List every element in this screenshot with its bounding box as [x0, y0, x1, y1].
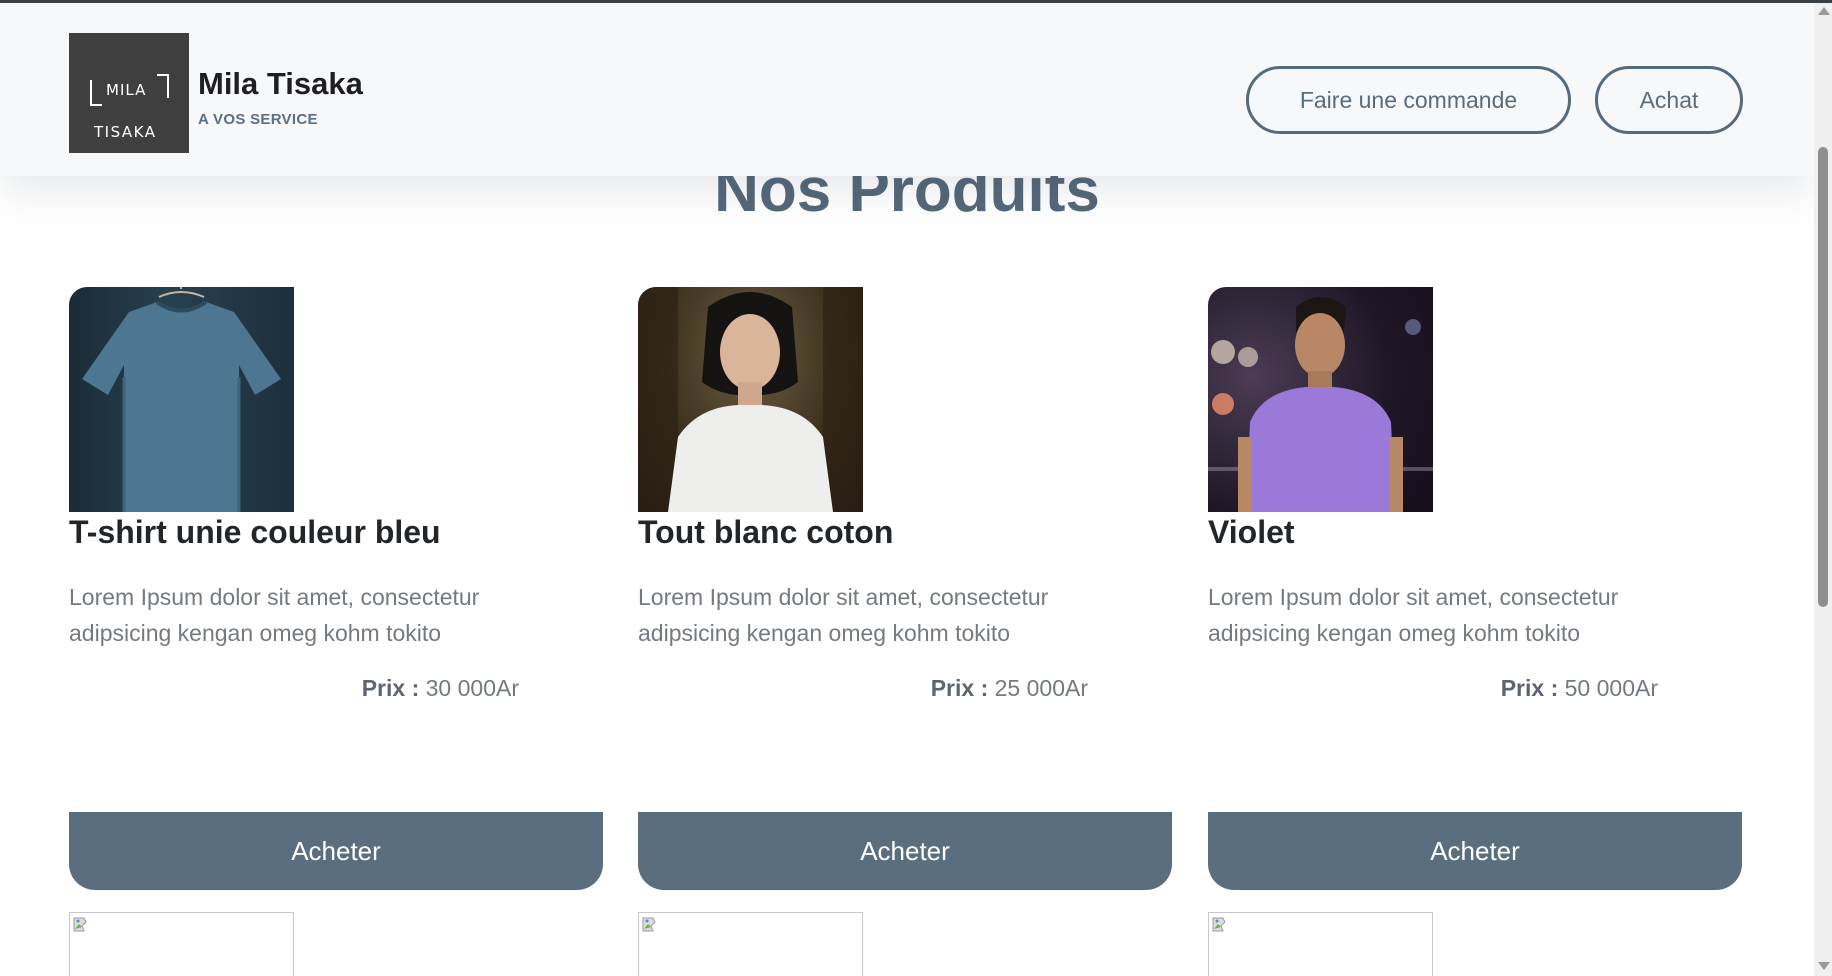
product-card: Tout blanc coton Lorem Ipsum dolor sit a…	[638, 287, 1172, 890]
brand-name: Mila Tisaka	[198, 66, 363, 101]
buy-button[interactable]: Acheter	[69, 812, 603, 890]
logo-bracket-left	[90, 80, 102, 106]
broken-image-icon	[1212, 917, 1226, 932]
product-card: T-shirt unie couleur bleu Lorem Ipsum do…	[69, 287, 603, 890]
brand-logo[interactable]: MILA TISAKA	[69, 33, 189, 153]
broken-image[interactable]	[638, 912, 863, 976]
price-label: Prix :	[361, 675, 420, 701]
broken-image[interactable]	[1208, 912, 1433, 976]
product-price: Prix : 50 000Ar	[1208, 675, 1742, 702]
product-description: Lorem Ipsum dolor sit amet, consectetur …	[69, 584, 480, 646]
price-label: Prix :	[1500, 675, 1559, 701]
buy-button[interactable]: Acheter	[1208, 812, 1742, 890]
brand-tagline: A VOS SERVICE	[198, 111, 318, 128]
broken-image[interactable]	[69, 912, 294, 976]
logo-text-line2: TISAKA	[94, 123, 157, 141]
logo-text-line1: MILA	[106, 81, 147, 99]
purchase-button[interactable]: Achat	[1595, 66, 1743, 134]
scroll-up-arrow-icon[interactable]	[1818, 7, 1830, 15]
man-violet-tshirt-image[interactable]	[1208, 287, 1433, 512]
woman-white-tshirt-image[interactable]	[638, 287, 863, 512]
broken-image-icon	[73, 917, 87, 932]
product-name: T-shirt unie couleur bleu	[69, 514, 441, 550]
product-description: Lorem Ipsum dolor sit amet, consectetur …	[1208, 584, 1619, 646]
price-value: 50 000Ar	[1564, 675, 1658, 701]
product-name: Tout blanc coton	[638, 514, 894, 550]
product-card: Violet Lorem Ipsum dolor sit amet, conse…	[1208, 287, 1742, 890]
window-top-border	[0, 0, 1832, 3]
broken-image-icon	[642, 917, 656, 932]
price-label: Prix :	[930, 675, 989, 701]
scroll-down-arrow-icon[interactable]	[1818, 962, 1830, 970]
vertical-scrollbar[interactable]	[1814, 3, 1832, 976]
price-value: 25 000Ar	[994, 675, 1088, 701]
product-description: Lorem Ipsum dolor sit amet, consectetur …	[638, 584, 1049, 646]
product-price: Prix : 25 000Ar	[638, 675, 1172, 702]
logo-bracket-right	[157, 74, 169, 98]
product-name: Violet	[1208, 514, 1295, 550]
buy-button[interactable]: Acheter	[638, 812, 1172, 890]
place-order-button[interactable]: Faire une commande	[1246, 66, 1571, 134]
site-header: MILA TISAKA Mila Tisaka A VOS SERVICE Fa…	[0, 3, 1814, 176]
price-value: 30 000Ar	[425, 675, 519, 701]
product-price: Prix : 30 000Ar	[69, 675, 603, 702]
scrollbar-thumb[interactable]	[1818, 147, 1828, 607]
tshirt-image[interactable]	[69, 287, 294, 512]
